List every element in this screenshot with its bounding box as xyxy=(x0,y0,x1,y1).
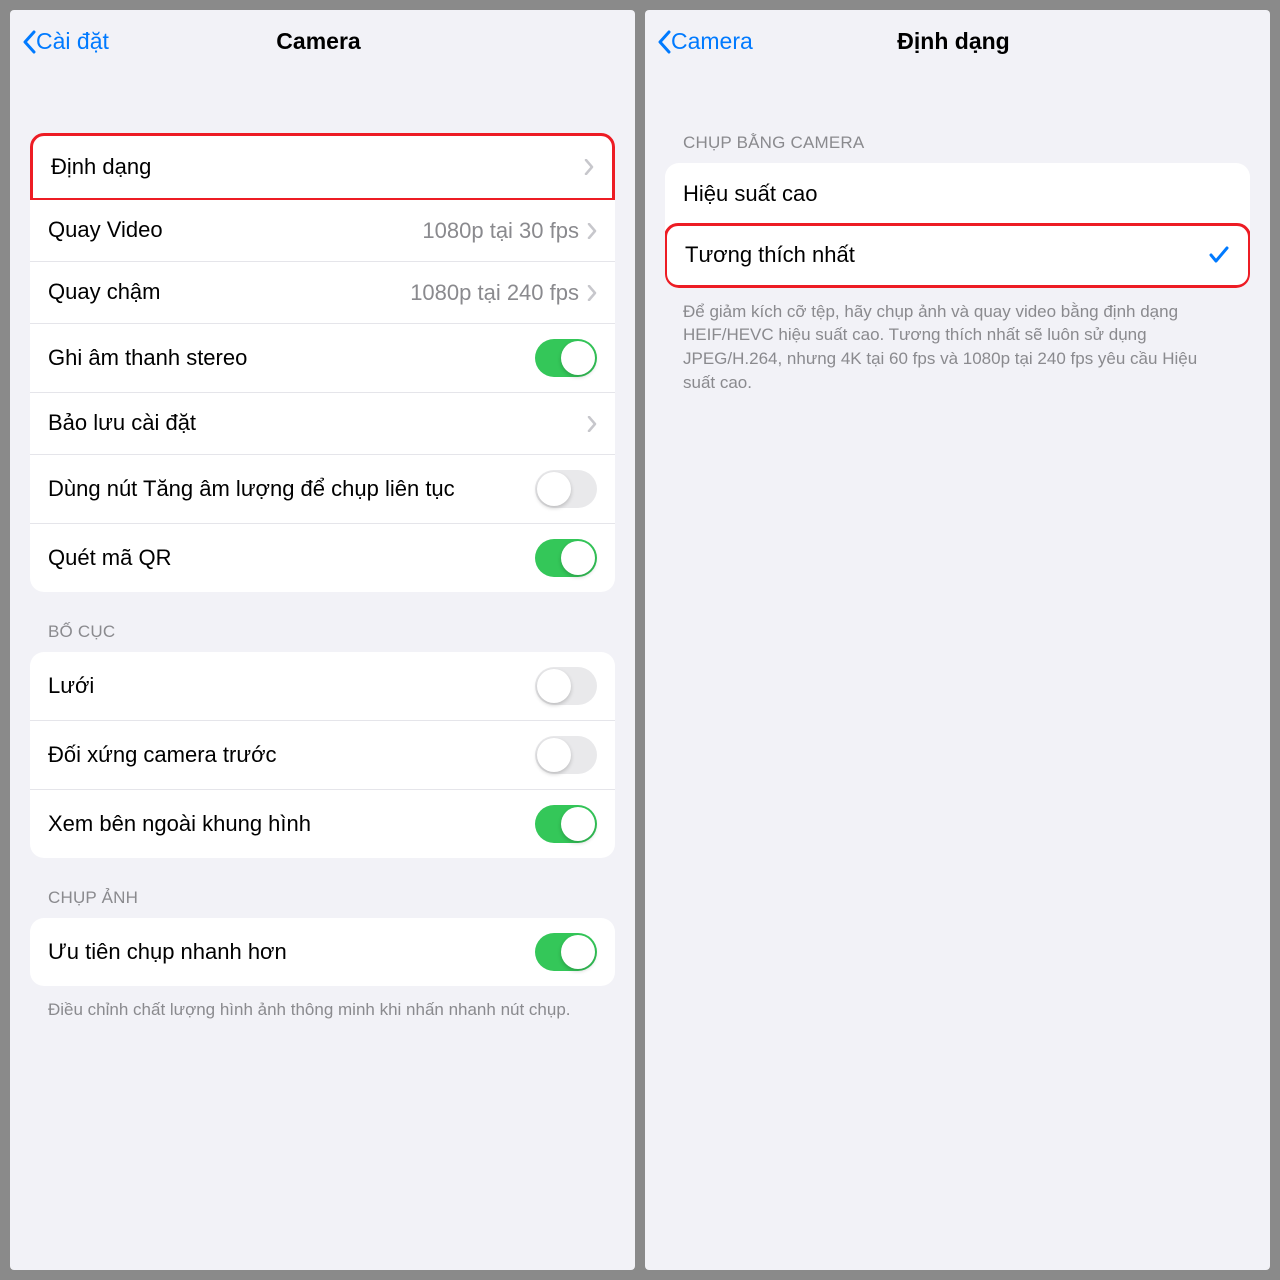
row-label: Dùng nút Tăng âm lượng để chụp liên tục xyxy=(48,475,535,504)
row-label: Lưới xyxy=(48,672,535,701)
back-button[interactable]: Cài đặt xyxy=(22,28,109,55)
row-volume-burst[interactable]: Dùng nút Tăng âm lượng để chụp liên tục xyxy=(30,455,615,524)
chevron-right-icon xyxy=(584,159,594,175)
content: CHỤP BẰNG CAMERA Hiệu suất cao Tương thí… xyxy=(645,73,1270,1270)
row-record-video[interactable]: Quay Video 1080p tại 30 fps xyxy=(30,200,615,262)
toggle-mirror[interactable] xyxy=(535,736,597,774)
toggle-grid[interactable] xyxy=(535,667,597,705)
content: Định dạng Quay Video 1080p tại 30 fps Qu… xyxy=(10,73,635,1270)
toggle-volume-burst[interactable] xyxy=(535,470,597,508)
row-grid[interactable]: Lưới xyxy=(30,652,615,721)
format-group: Hiệu suất cao Tương thích nhất xyxy=(665,163,1250,288)
checkmark-icon xyxy=(1208,244,1230,266)
row-label: Bảo lưu cài đặt xyxy=(48,409,587,438)
settings-group-capture: Ưu tiên chụp nhanh hơn xyxy=(30,918,615,986)
format-settings-screen: Camera Định dạng CHỤP BẰNG CAMERA Hiệu s… xyxy=(645,10,1270,1270)
chevron-right-icon xyxy=(587,285,597,301)
chevron-left-icon xyxy=(22,30,36,54)
row-value: 1080p tại 240 fps xyxy=(410,280,579,306)
section-footer-capture: Điều chỉnh chất lượng hình ảnh thông min… xyxy=(30,986,615,1032)
back-label: Cài đặt xyxy=(36,28,109,55)
row-label: Đối xứng camera trước xyxy=(48,741,535,770)
row-label: Xem bên ngoài khung hình xyxy=(48,810,535,839)
row-slow-mo[interactable]: Quay chậm 1080p tại 240 fps xyxy=(30,262,615,324)
camera-settings-screen: Cài đặt Camera Định dạng Quay Video 1080… xyxy=(10,10,635,1270)
row-label: Quay Video xyxy=(48,216,422,245)
row-label: Quay chậm xyxy=(48,278,410,307)
row-outside-frame[interactable]: Xem bên ngoài khung hình xyxy=(30,790,615,858)
page-title: Camera xyxy=(22,28,615,55)
row-high-efficiency[interactable]: Hiệu suất cao xyxy=(665,163,1250,225)
nav-bar: Camera Định dạng xyxy=(645,10,1270,73)
row-preserve-settings[interactable]: Bảo lưu cài đặt xyxy=(30,393,615,455)
section-header-layout: BỐ CỤC xyxy=(30,592,615,652)
settings-group-1: Quay Video 1080p tại 30 fps Quay chậm 10… xyxy=(30,200,615,592)
chevron-right-icon xyxy=(587,416,597,432)
toggle-outside-frame[interactable] xyxy=(535,805,597,843)
row-label: Hiệu suất cao xyxy=(683,180,1232,209)
row-most-compatible[interactable]: Tương thích nhất xyxy=(665,223,1250,288)
row-qr[interactable]: Quét mã QR xyxy=(30,524,615,592)
toggle-qr[interactable] xyxy=(535,539,597,577)
chevron-right-icon xyxy=(587,223,597,239)
row-label: Ưu tiên chụp nhanh hơn xyxy=(48,938,535,967)
row-label: Tương thích nhất xyxy=(685,241,1208,270)
section-footer-format: Để giảm kích cỡ tệp, hãy chụp ảnh và qua… xyxy=(665,288,1250,405)
back-button[interactable]: Camera xyxy=(657,28,753,55)
chevron-left-icon xyxy=(657,30,671,54)
row-label: Ghi âm thanh stereo xyxy=(48,344,535,373)
row-format[interactable]: Định dạng xyxy=(33,136,612,198)
row-label: Định dạng xyxy=(51,153,584,182)
row-mirror[interactable]: Đối xứng camera trước xyxy=(30,721,615,790)
row-faster-shot[interactable]: Ưu tiên chụp nhanh hơn xyxy=(30,918,615,986)
nav-bar: Cài đặt Camera xyxy=(10,10,635,73)
row-value: 1080p tại 30 fps xyxy=(422,218,579,244)
toggle-faster-shot[interactable] xyxy=(535,933,597,971)
back-label: Camera xyxy=(671,28,753,55)
section-header-camera-capture: CHỤP BẰNG CAMERA xyxy=(665,73,1250,163)
row-label: Quét mã QR xyxy=(48,544,535,573)
row-stereo[interactable]: Ghi âm thanh stereo xyxy=(30,324,615,393)
toggle-stereo[interactable] xyxy=(535,339,597,377)
settings-group-layout: Lưới Đối xứng camera trước Xem bên ngoài… xyxy=(30,652,615,858)
section-header-capture: CHỤP ẢNH xyxy=(30,858,615,918)
settings-group-1-highlighted: Định dạng xyxy=(30,133,615,201)
